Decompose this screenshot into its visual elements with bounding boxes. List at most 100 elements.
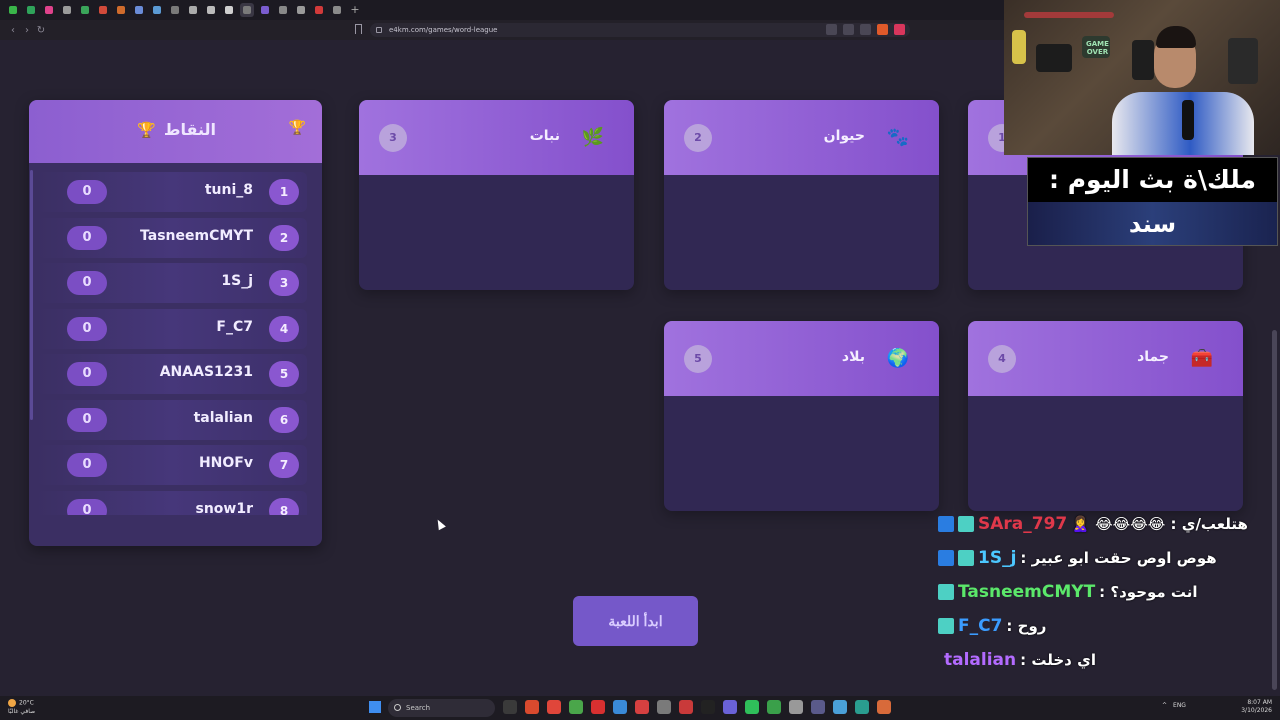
chat-message: talalian اي دخلت :: [938, 643, 1268, 677]
score-row: 0 HNOFv 7: [37, 445, 307, 485]
player-name: F_C7: [216, 318, 253, 335]
category-title: بلاد: [841, 349, 865, 365]
browser-tab[interactable]: [186, 3, 200, 17]
chevron-up-icon[interactable]: ^: [1162, 702, 1167, 709]
start-game-button[interactable]: ابدأ اللعبة: [573, 596, 698, 646]
browser-tab[interactable]: [222, 3, 236, 17]
taskbar-app-icon[interactable]: [613, 700, 627, 714]
player-name: HNOFv: [198, 455, 253, 471]
language-indicator[interactable]: ENG: [1173, 702, 1186, 709]
browser-tab[interactable]: [294, 3, 308, 17]
taskbar-app-icon[interactable]: [701, 700, 715, 714]
url-text: e4km.com/games/word-league: [389, 26, 498, 34]
taskbar-app-icon[interactable]: [723, 700, 737, 714]
clock-time: 8:07 AM: [1247, 699, 1272, 706]
windows-start-icon[interactable]: [369, 701, 381, 713]
headphones-decor: [1012, 30, 1026, 64]
zoom-icon[interactable]: [843, 24, 854, 35]
chat-message: 1S_j هوص اوص حقت ابو عبير :: [938, 541, 1268, 575]
chat-username: SAra_797: [978, 514, 1068, 534]
category-count: 5: [684, 345, 712, 373]
badge-icon: [958, 516, 974, 532]
browser-tab[interactable]: [258, 3, 272, 17]
taskbar-app-icon[interactable]: [657, 700, 671, 714]
badge-icon: [958, 550, 974, 566]
browser-tab[interactable]: [276, 3, 290, 17]
chat-username: talalian: [944, 650, 1017, 670]
translate-icon[interactable]: [826, 24, 837, 35]
player-score: 0: [67, 271, 107, 295]
back-icon[interactable]: ‹: [6, 25, 20, 36]
taskbar-app-icon[interactable]: [789, 700, 803, 714]
browser-tab[interactable]: [150, 3, 164, 17]
category-count: 4: [988, 345, 1016, 373]
taskbar-app-icon[interactable]: [767, 700, 781, 714]
chat-text: انت موحود؟ :: [1099, 583, 1198, 601]
clock[interactable]: 8:07 AM 3/10/2026: [1241, 699, 1272, 715]
player-name: 1S_j: [221, 273, 253, 289]
taskbar-search[interactable]: Search: [388, 699, 495, 717]
browser-tab[interactable]: [132, 3, 146, 17]
poster-image: [1132, 40, 1154, 80]
taskbar-app-icon[interactable]: [591, 700, 605, 714]
toolbox-icon: 🧰: [1190, 347, 1214, 369]
page-scrollbar[interactable]: [1272, 330, 1277, 690]
scores-list[interactable]: 0 tuni_8 1 0 TasneemCMYT 2 0 1S_j 3 0 F_C7 4 0 ANAAS1…: [29, 170, 322, 515]
system-tray: ^ ENG: [1162, 702, 1186, 709]
taskbar-app-icon[interactable]: [679, 700, 693, 714]
stream-banner: ملك\ة بث اليوم : سند: [1027, 157, 1278, 246]
category-count: 2: [684, 124, 712, 152]
new-tab-icon[interactable]: +: [348, 3, 362, 17]
taskbar-app-icon[interactable]: [547, 700, 561, 714]
browser-tab[interactable]: [42, 3, 56, 17]
streamer-hair: [1156, 26, 1196, 48]
tab-favicon-icon: [315, 6, 323, 14]
tab-favicon-icon: [333, 6, 341, 14]
reload-icon[interactable]: ↻: [34, 25, 48, 36]
taskbar-app-icon[interactable]: [811, 700, 825, 714]
microphone: [1182, 100, 1194, 140]
browser-tab[interactable]: [78, 3, 92, 17]
category-card-header: 2 حيوان 🐾: [664, 100, 939, 175]
player-name: ANAAS1231: [159, 364, 253, 380]
taskbar-app-icon[interactable]: [745, 700, 759, 714]
taskbar-app-icon[interactable]: [833, 700, 847, 714]
category-card-header: 4 جماد 🧰: [968, 321, 1243, 396]
brave-rewards-icon[interactable]: [894, 24, 905, 35]
chat-text: روح :: [1006, 617, 1047, 635]
taskbar-app-icon[interactable]: [877, 700, 891, 714]
forward-icon[interactable]: ›: [20, 25, 34, 36]
browser-tab[interactable]: [96, 3, 110, 17]
score-row: 0 TasneemCMYT 2: [37, 217, 307, 258]
browser-tab[interactable]: [240, 3, 254, 17]
browser-tab[interactable]: [6, 3, 20, 17]
tab-favicon-icon: [225, 6, 233, 14]
browser-tab[interactable]: [330, 3, 344, 17]
player-name: TasneemCMYT: [140, 227, 253, 244]
browser-tab[interactable]: [312, 3, 326, 17]
taskbar-app-icon[interactable]: [635, 700, 649, 714]
taskbar-search-text: Search: [406, 704, 431, 712]
bookmark-icon[interactable]: [355, 24, 362, 34]
taskbar-app-icon[interactable]: [569, 700, 583, 714]
score-row: 0 snow1r 8: [37, 490, 307, 515]
browser-tab[interactable]: [168, 3, 182, 17]
taskbar-app-icon[interactable]: [503, 700, 517, 714]
taskbar-app-icon[interactable]: [855, 700, 869, 714]
site-info-icon[interactable]: [376, 27, 382, 33]
tab-favicon-icon: [189, 6, 197, 14]
tab-favicon-icon: [63, 6, 71, 14]
browser-tab[interactable]: [60, 3, 74, 17]
category-title: جماد: [1137, 349, 1169, 365]
category-title: حيوان: [823, 128, 865, 144]
player-name: tuni_8: [204, 182, 253, 198]
taskbar-app-icon[interactable]: [525, 700, 539, 714]
weather-widget[interactable]: 20°C صافي غالبًا: [8, 699, 35, 716]
browser-tab[interactable]: [204, 3, 218, 17]
share-icon[interactable]: [860, 24, 871, 35]
tab-favicon-icon: [207, 6, 215, 14]
browser-tab[interactable]: [114, 3, 128, 17]
brave-shields-icon[interactable]: [877, 24, 888, 35]
browser-tab[interactable]: [24, 3, 38, 17]
trophy-icon: 🏆: [288, 120, 306, 136]
